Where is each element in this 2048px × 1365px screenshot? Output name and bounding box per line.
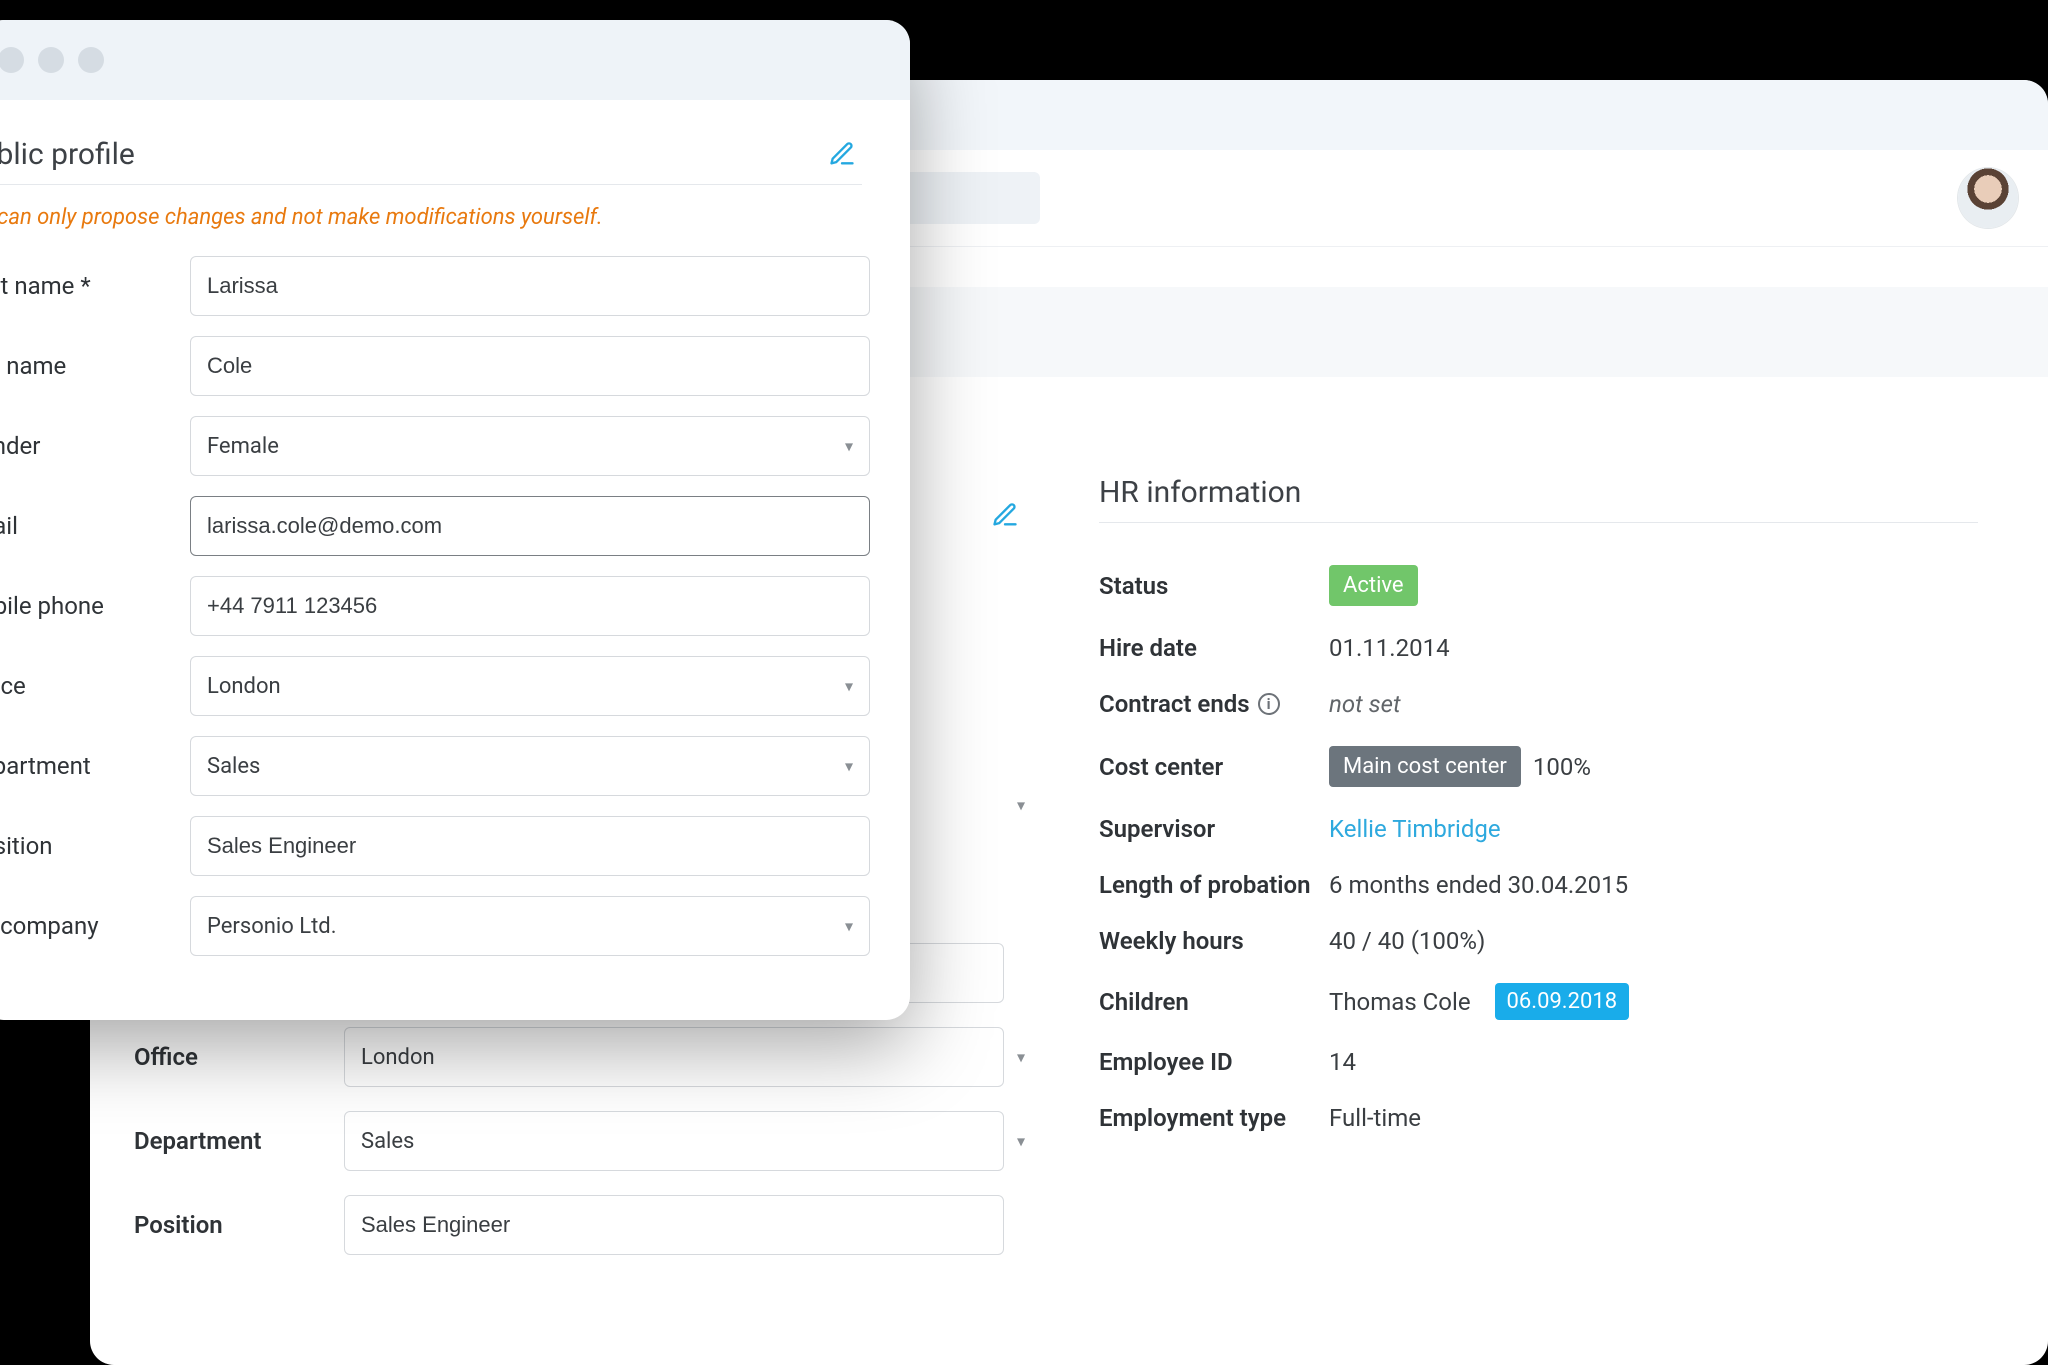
email-input[interactable]	[190, 496, 870, 556]
hr-children-name: Thomas Cole	[1329, 988, 1471, 1016]
office-label: ffice	[0, 672, 190, 700]
public-profile-title: ublic profile	[0, 137, 135, 172]
subcompany-select[interactable]: Personio Ltd. ▾	[190, 896, 870, 956]
hr-hiredate-label: Hire date	[1099, 634, 1329, 662]
hr-probation-label: Length of probation	[1099, 871, 1329, 899]
window-dot	[78, 47, 104, 73]
cost-center-badge: Main cost center	[1329, 746, 1521, 787]
bg-department-value: Sales	[361, 1129, 414, 1154]
subcompany-label: b-company	[0, 912, 190, 940]
office-value: London	[207, 674, 281, 699]
department-select[interactable]: Sales ▾	[190, 736, 870, 796]
hr-hiredate-value: 01.11.2014	[1329, 634, 1978, 662]
hr-children-label: Children	[1099, 988, 1329, 1016]
hr-weeklyhours-label: Weekly hours	[1099, 927, 1329, 955]
bg-position-label: Position	[134, 1211, 344, 1239]
bg-department-label: Department	[134, 1127, 344, 1155]
hr-emptype-value: Full-time	[1329, 1104, 1978, 1132]
status-badge: Active	[1329, 565, 1418, 606]
gender-select[interactable]: Female ▾	[190, 416, 870, 476]
bg-office-label: Office	[134, 1043, 344, 1071]
hr-costcenter-label: Cost center	[1099, 753, 1329, 781]
subcompany-value: Personio Ltd.	[207, 914, 337, 939]
window-dot	[38, 47, 64, 73]
chevron-down-icon: ▾	[845, 677, 853, 696]
info-icon[interactable]: i	[1258, 693, 1280, 715]
bg-department-select[interactable]: Sales ▾	[344, 1111, 1004, 1171]
hr-contractends-value: not set	[1329, 690, 1978, 718]
office-select[interactable]: London ▾	[190, 656, 870, 716]
department-label: epartment	[0, 752, 190, 780]
avatar[interactable]	[1958, 168, 2018, 228]
chevron-down-icon: ▾	[845, 757, 853, 776]
window-chrome	[0, 20, 910, 100]
edit-left-icon[interactable]	[987, 497, 1023, 533]
mobile-input[interactable]	[190, 576, 870, 636]
hr-status-label: Status	[1099, 572, 1329, 600]
hr-children-date-badge: 06.09.2018	[1495, 983, 1630, 1020]
hr-probation-value: 6 months ended 30.04.2015	[1329, 871, 1978, 899]
hr-supervisor-link[interactable]: Kellie Timbridge	[1329, 815, 1978, 843]
first-name-label: rst name *	[0, 272, 190, 300]
public-profile-window: ublic profile u can only propose changes…	[0, 20, 910, 1020]
hr-weeklyhours-value: 40 / 40 (100%)	[1329, 927, 1978, 955]
hr-supervisor-label: Supervisor	[1099, 815, 1329, 843]
window-dot	[0, 47, 24, 73]
hr-information-panel: HR information Status Active Hire date 0…	[1099, 377, 2008, 1267]
hr-emptype-label: Employment type	[1099, 1104, 1329, 1132]
hr-employeeid-label: Employee ID	[1099, 1048, 1329, 1076]
position-label: osition	[0, 832, 190, 860]
email-label: nail	[0, 512, 190, 540]
first-name-input[interactable]	[190, 256, 870, 316]
hr-title: HR information	[1099, 475, 1301, 510]
chevron-down-icon: ▾	[845, 437, 853, 456]
hr-contractends-label: Contract ends i	[1099, 690, 1329, 718]
department-value: Sales	[207, 754, 260, 779]
cost-center-pct: 100%	[1533, 753, 1591, 781]
hr-employeeid-value: 14	[1329, 1048, 1978, 1076]
chevron-down-icon: ▾	[1017, 1048, 1025, 1067]
chevron-down-icon: ▾	[845, 917, 853, 936]
edit-public-profile-icon[interactable]	[824, 136, 860, 172]
position-input[interactable]	[190, 816, 870, 876]
gender-value: Female	[207, 434, 279, 459]
bg-position-input[interactable]	[344, 1195, 1004, 1255]
bg-office-value: London	[361, 1045, 435, 1070]
chevron-down-icon: ▾	[1017, 1132, 1025, 1151]
gender-label: ender	[0, 432, 190, 460]
last-name-label: st name	[0, 352, 190, 380]
last-name-input[interactable]	[190, 336, 870, 396]
bg-office-select[interactable]: London ▾	[344, 1027, 1004, 1087]
mobile-label: obile phone	[0, 592, 190, 620]
readonly-notice: u can only propose changes and not make …	[0, 185, 876, 246]
